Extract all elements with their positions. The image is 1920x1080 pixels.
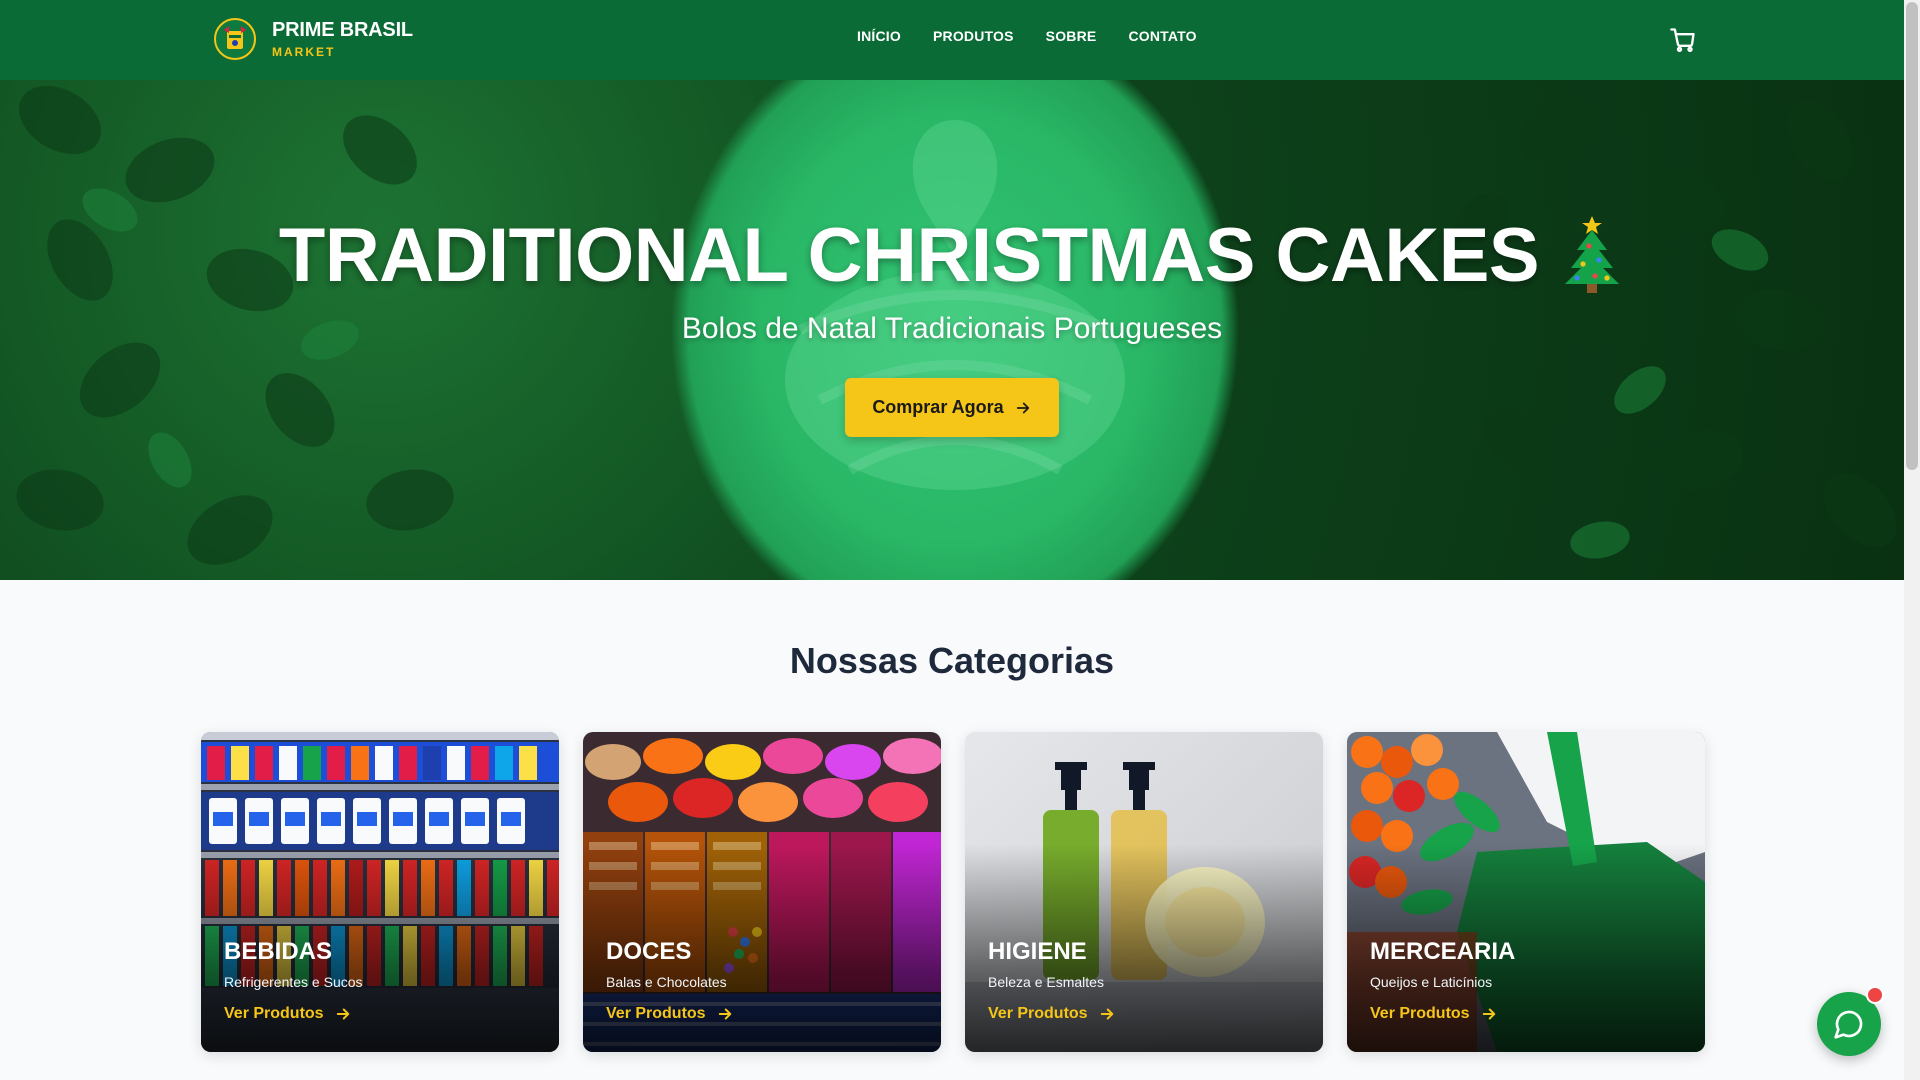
arrow-right-icon <box>718 1008 731 1020</box>
card-gradient <box>965 732 1323 1052</box>
nav-contato[interactable]: CONTATO <box>1128 28 1196 44</box>
ver-produtos-label: Ver Produtos <box>988 1005 1088 1022</box>
arrow-right-icon <box>1100 1008 1113 1020</box>
category-subtitle: Beleza e Esmaltes <box>988 974 1104 990</box>
category-subtitle: Refrigerentes e Sucos <box>224 974 363 990</box>
nav-produtos[interactable]: PRODUTOS <box>933 28 1014 44</box>
page: PRIME BRASIL MARKET INÍCIO PRODUTOS SOBR… <box>0 0 1904 1080</box>
category-card-bebidas[interactable]: BEBIDAS Refrigerentes e Sucos Ver Produt… <box>201 732 559 1052</box>
main-nav: INÍCIO PRODUTOS SOBRE CONTATO <box>857 28 1229 44</box>
comprar-agora-button[interactable]: Comprar Agora <box>845 378 1059 437</box>
category-card-mercearia[interactable]: MERCEARIA Queijos e Laticínios Ver Produ… <box>1347 732 1705 1052</box>
categories-title: Nossas Categorias <box>789 640 1115 681</box>
arrow-right-icon <box>336 1008 349 1020</box>
category-title: HIGIENE <box>988 938 1087 965</box>
nav-sobre[interactable]: SOBRE <box>1046 28 1097 44</box>
ver-produtos-link[interactable]: Ver Produtos <box>224 1005 352 1023</box>
ver-produtos-link[interactable]: Ver Produtos <box>1370 1005 1498 1023</box>
category-title: MERCEARIA <box>1370 938 1516 965</box>
ver-produtos-label: Ver Produtos <box>606 1005 706 1022</box>
logo-emblem-icon <box>210 14 260 64</box>
ver-produtos-label: Ver Produtos <box>1370 1005 1470 1022</box>
category-title: BEBIDAS <box>224 938 333 965</box>
category-card-doces[interactable]: DOCES Balas e Chocolates Ver Produtos <box>583 732 941 1052</box>
hero-title-text: TRADITIONAL CHRISTMAS CAKES <box>278 213 1540 299</box>
ver-produtos-label: Ver Produtos <box>224 1005 324 1022</box>
browser-viewport: PRIME BRASIL MARKET INÍCIO PRODUTOS SOBR… <box>0 0 1920 1080</box>
category-card-higiene[interactable]: HIGIENE Beleza e Esmaltes Ver Produtos <box>965 732 1323 1052</box>
notification-badge <box>1866 986 1884 1004</box>
arrow-right-icon <box>1016 402 1029 413</box>
category-cards: BEBIDAS Refrigerentes e Sucos Ver Produt… <box>201 732 1729 1052</box>
category-subtitle: Balas e Chocolates <box>606 974 727 990</box>
category-subtitle: Queijos e Laticínios <box>1370 974 1493 990</box>
card-gradient <box>1347 732 1705 1052</box>
category-title: DOCES <box>606 938 692 965</box>
hero-subtitle: Bolos de Natal Tradicionais Portugueses <box>681 312 1223 345</box>
brand-logo[interactable]: PRIME BRASIL MARKET <box>210 14 413 64</box>
arrow-right-icon <box>1482 1008 1495 1020</box>
scrollbar-thumb[interactable] <box>1906 2 1918 470</box>
site-header: PRIME BRASIL MARKET INÍCIO PRODUTOS SOBR… <box>0 0 1904 80</box>
shopping-cart-icon[interactable] <box>1669 26 1697 54</box>
brand-title: PRIME BRASIL <box>272 19 413 41</box>
chat-bubble-icon <box>1834 1010 1863 1039</box>
hero-title: TRADITIONAL CHRISTMAS CAKES <box>0 210 1904 312</box>
brand-subtitle: MARKET <box>272 45 336 59</box>
hero-banner: TRADITIONAL CHRISTMAS CAKES Bolos de Nat… <box>0 80 1904 580</box>
ver-produtos-link[interactable]: Ver Produtos <box>606 1005 734 1023</box>
card-gradient <box>583 732 941 1052</box>
christmas-tree-icon <box>1559 210 1625 312</box>
ver-produtos-link[interactable]: Ver Produtos <box>988 1005 1116 1023</box>
nav-inicio[interactable]: INÍCIO <box>857 28 901 44</box>
comprar-agora-label: Comprar Agora <box>872 397 1004 417</box>
card-gradient <box>201 732 559 1052</box>
